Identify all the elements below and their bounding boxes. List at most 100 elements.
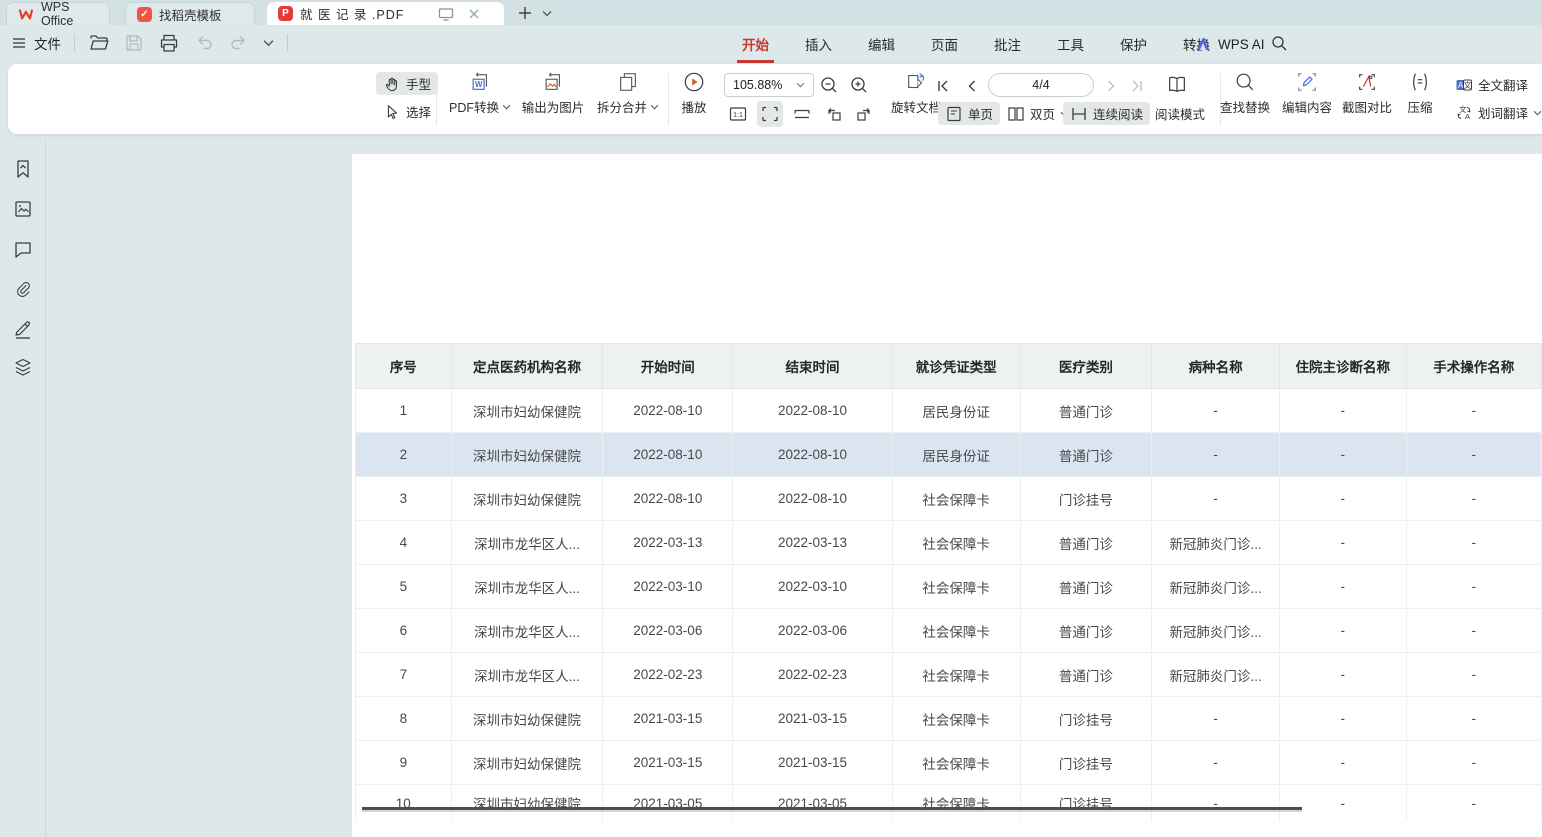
- redo-icon[interactable]: [228, 32, 250, 54]
- next-page-icon[interactable]: [1102, 77, 1120, 95]
- table-row: 5深圳市龙华区人...2022-03-102022-03-10社会保障卡普通门诊…: [356, 565, 1542, 609]
- folder-open-icon[interactable]: [88, 32, 110, 54]
- layers-icon[interactable]: [12, 356, 34, 378]
- ribbon-tab-home[interactable]: 开始: [737, 25, 774, 63]
- table-cell: 居民身份证: [892, 389, 1020, 433]
- last-page-icon[interactable]: [1128, 77, 1146, 95]
- full-translate-icon: A文: [1455, 76, 1473, 94]
- single-page-button[interactable]: 单页: [938, 102, 1000, 125]
- table-cell: 门诊挂号: [1020, 785, 1152, 822]
- table-cell: 8: [356, 697, 452, 741]
- table-cell: 社会保障卡: [892, 477, 1020, 521]
- thumbnail-icon[interactable]: [12, 198, 34, 220]
- table-row: 6深圳市龙华区人...2022-03-062022-03-06社会保障卡普通门诊…: [356, 609, 1542, 653]
- word-translate-button[interactable]: 文A 划词翻译: [1448, 101, 1542, 124]
- table-cell: 2021-03-15: [733, 697, 893, 741]
- actual-size-button[interactable]: 1:1: [725, 101, 751, 127]
- tab-label: WPS Office: [41, 0, 98, 28]
- search-icon[interactable]: [1270, 34, 1288, 52]
- play-button[interactable]: 播放: [654, 71, 734, 116]
- fit-width-icon: [793, 105, 811, 123]
- wps-ai-button[interactable]: WPS AI: [1194, 25, 1265, 63]
- tab-wps-home[interactable]: WPS Office: [6, 2, 110, 25]
- undo-icon[interactable]: [193, 32, 215, 54]
- table-cell: 4: [356, 521, 452, 565]
- bookmark-icon[interactable]: [12, 158, 34, 180]
- rotate-left-button[interactable]: [821, 101, 847, 127]
- menu-icon: [10, 34, 28, 52]
- page-number-input[interactable]: 4/4: [988, 73, 1094, 97]
- fit-page-button[interactable]: [757, 101, 783, 127]
- column-header: 医疗类别: [1020, 344, 1152, 389]
- word-translate-icon: 文A: [1455, 104, 1473, 122]
- first-page-icon[interactable]: [934, 77, 952, 95]
- continuous-reading-label: 连续阅读: [1093, 104, 1143, 123]
- table-cell: 2022-08-10: [733, 389, 893, 433]
- continuous-reading-button[interactable]: 连续阅读: [1063, 102, 1150, 125]
- export-image-button[interactable]: 输出为图片: [511, 71, 595, 116]
- ribbon-tab-protect[interactable]: 保护: [1115, 25, 1152, 63]
- table-cell: 普通门诊: [1020, 653, 1152, 697]
- word-translate-label: 划词翻译: [1478, 103, 1528, 122]
- table-cell: 2022-08-10: [603, 389, 733, 433]
- close-icon[interactable]: [465, 5, 483, 23]
- select-tool-button[interactable]: 选择: [376, 100, 438, 123]
- table-cell: 2022-08-10: [733, 477, 893, 521]
- pdf-convert-button[interactable]: W PDF转换: [438, 71, 522, 116]
- page-indicator: 4/4: [1032, 78, 1049, 92]
- ribbon-tab-tools[interactable]: 工具: [1052, 25, 1089, 63]
- prev-page-icon[interactable]: [963, 77, 981, 95]
- column-header: 定点医药机构名称: [451, 344, 603, 389]
- read-mode-icon[interactable]: [1166, 74, 1188, 96]
- fit-width-button[interactable]: [789, 101, 815, 127]
- zoom-out-icon[interactable]: [818, 74, 840, 96]
- table-cell: 门诊挂号: [1020, 741, 1152, 785]
- zoom-level-select[interactable]: 105.88%: [724, 73, 814, 97]
- pdf-page[interactable]: 序号定点医药机构名称开始时间结束时间就诊凭证类型医疗类别病种名称住院主诊断名称手…: [352, 154, 1542, 837]
- table-cell: -: [1406, 433, 1542, 477]
- find-replace-icon: [1234, 71, 1256, 93]
- ribbon-tab-edit[interactable]: 编辑: [863, 25, 900, 63]
- signature-icon[interactable]: [12, 318, 34, 340]
- table-cell: 2021-03-05: [603, 785, 733, 822]
- monitor-icon[interactable]: [437, 5, 455, 23]
- chevron-down-icon[interactable]: [263, 39, 274, 47]
- ribbon-tabs: 开始 插入 编辑 页面 批注 工具 保护 转换: [737, 25, 1215, 63]
- table-cell: 2022-02-23: [733, 653, 893, 697]
- ribbon-tab-comment[interactable]: 批注: [989, 25, 1026, 63]
- table-header-row: 序号定点医药机构名称开始时间结束时间就诊凭证类型医疗类别病种名称住院主诊断名称手…: [356, 344, 1542, 389]
- table-cell: 2022-08-10: [603, 477, 733, 521]
- file-menu-button[interactable]: 文件: [10, 33, 61, 53]
- comment-icon[interactable]: [12, 238, 34, 260]
- svg-text:W: W: [475, 80, 483, 89]
- table-row: 10深圳市妇幼保健院2021-03-052021-03-05社会保障卡门诊挂号-…: [356, 785, 1542, 822]
- ribbon-tab-page[interactable]: 页面: [926, 25, 963, 63]
- pdf-convert-label: PDF转换: [449, 97, 499, 116]
- column-header: 开始时间: [603, 344, 733, 389]
- column-header: 病种名称: [1152, 344, 1280, 389]
- table-cell: -: [1280, 565, 1407, 609]
- full-translate-button[interactable]: A文 全文翻译: [1448, 73, 1535, 96]
- find-replace-label: 查找替换: [1220, 97, 1270, 116]
- attachment-icon[interactable]: [12, 278, 34, 300]
- table-cell: 2021-03-15: [733, 741, 893, 785]
- table-cell: -: [1152, 389, 1280, 433]
- split-merge-label: 拆分合并: [597, 97, 647, 116]
- chevron-down-icon[interactable]: [542, 10, 552, 17]
- tab-document-pdf[interactable]: P 就 医 记 录 .PDF: [267, 2, 504, 25]
- hand-tool-button[interactable]: 手型: [376, 72, 438, 95]
- table-cell: 3: [356, 477, 452, 521]
- divider: [74, 34, 75, 52]
- table-cell: 普通门诊: [1020, 565, 1152, 609]
- new-tab-icon[interactable]: [516, 4, 534, 22]
- table-cell: 新冠肺炎门诊...: [1152, 521, 1280, 565]
- tab-docer-templates[interactable]: ✓ 找稻壳模板: [125, 2, 255, 25]
- zoom-in-icon[interactable]: [848, 74, 870, 96]
- svg-text:1:1: 1:1: [733, 112, 743, 119]
- ribbon-tab-insert[interactable]: 插入: [800, 25, 837, 63]
- docer-logo: ✓: [137, 7, 152, 22]
- compress-button[interactable]: 压缩: [1385, 71, 1455, 116]
- hand-icon: [383, 75, 401, 93]
- save-icon[interactable]: [123, 32, 145, 54]
- print-icon[interactable]: [158, 32, 180, 54]
